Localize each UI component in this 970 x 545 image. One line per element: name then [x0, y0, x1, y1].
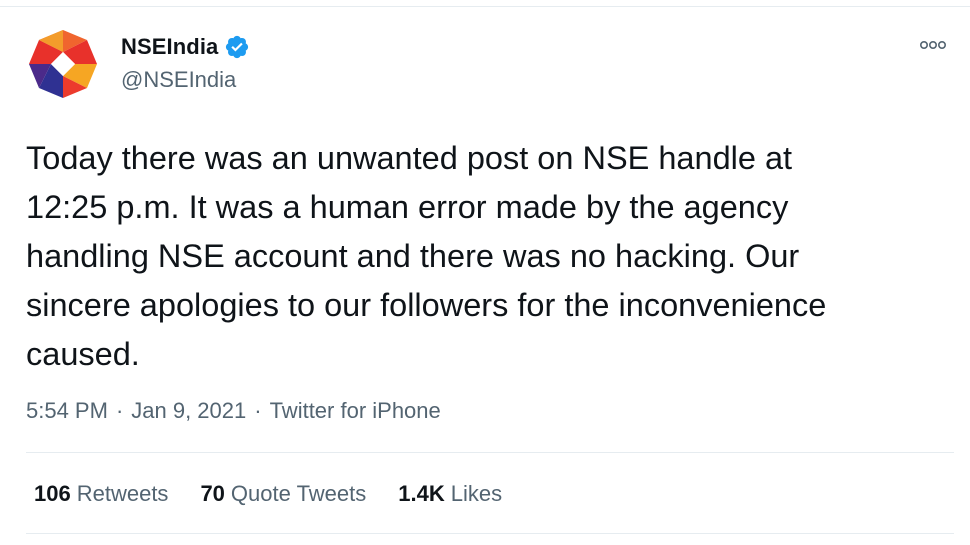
likes-label: Likes: [450, 481, 503, 506]
quote-tweets-count: 70: [200, 481, 225, 506]
tweet-date[interactable]: Jan 9, 2021: [131, 398, 246, 424]
top-divider: [0, 6, 970, 7]
verified-badge-icon: [224, 34, 250, 60]
quote-tweets-stat[interactable]: 70 Quote Tweets: [200, 481, 366, 507]
stats-divider-top: [26, 452, 954, 453]
likes-stat[interactable]: 1.4K Likes: [398, 481, 502, 507]
likes-count: 1.4K: [398, 481, 445, 506]
retweets-count: 106: [34, 481, 71, 506]
quote-tweets-label: Quote Tweets: [230, 481, 367, 506]
tweet-meta: 5:54 PM · Jan 9, 2021 · Twitter for iPho…: [26, 398, 441, 424]
retweets-label: Retweets: [76, 481, 169, 506]
stats-divider-bottom: [26, 533, 954, 534]
meta-separator: ·: [254, 398, 262, 423]
tweet-time[interactable]: 5:54 PM: [26, 398, 108, 424]
more-options-icon[interactable]: [918, 36, 948, 54]
retweets-stat[interactable]: 106 Retweets: [34, 481, 168, 507]
tweet-source[interactable]: Twitter for iPhone: [270, 398, 441, 424]
display-name[interactable]: NSEIndia: [121, 34, 218, 60]
tweet-text: Today there was an unwanted post on NSE …: [26, 140, 827, 372]
author-handle[interactable]: @NSEIndia: [121, 67, 236, 93]
tweet-stats: 106 Retweets 70 Quote Tweets 1.4K Likes: [34, 481, 534, 507]
avatar[interactable]: [25, 26, 101, 102]
author-row: NSEIndia: [121, 34, 250, 60]
nse-logo-icon: [25, 26, 101, 102]
meta-separator: ·: [115, 398, 124, 423]
tweet-card: NSEIndia @NSEIndia Today there was an un…: [0, 0, 970, 545]
